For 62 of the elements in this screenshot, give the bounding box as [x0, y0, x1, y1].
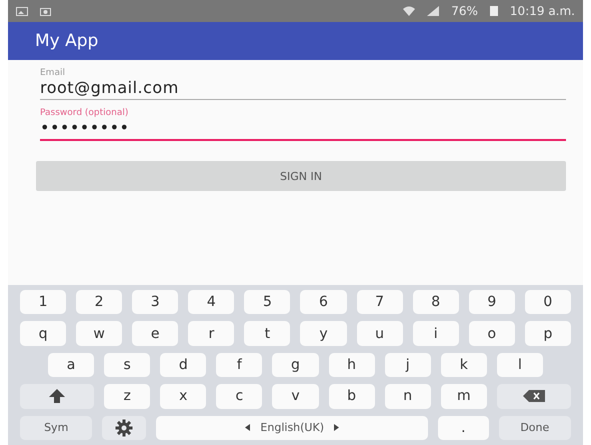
- field-value: root@gmail.com: [40, 78, 180, 97]
- signal-icon: [427, 6, 440, 16]
- backspace-icon: [522, 390, 545, 402]
- keyboard-key[interactable]: x: [160, 384, 206, 409]
- field-label: Email: [40, 68, 66, 78]
- keyboard-key[interactable]: m: [440, 384, 487, 409]
- wifi-icon: [403, 6, 416, 16]
- input-field[interactable]: Password (optional) •••••••••: [40, 108, 566, 141]
- keyboard-key[interactable]: o: [468, 321, 515, 346]
- keyboard-key[interactable]: 0: [524, 290, 571, 314]
- battery-icon: [490, 6, 498, 16]
- keyboard-key[interactable]: n: [384, 384, 431, 409]
- keyboard-key[interactable]: 1: [20, 290, 66, 314]
- app-title: My App: [35, 31, 98, 51]
- keyboard-key[interactable]: r: [188, 321, 234, 346]
- keyboard-key[interactable]: f: [216, 352, 262, 378]
- clock: 10:19 a.m.: [510, 4, 575, 18]
- keyboard-key[interactable]: 6: [300, 290, 347, 314]
- settings-key[interactable]: [102, 416, 146, 440]
- field-label: Password (optional): [40, 108, 130, 118]
- sign-in-button[interactable]: SIGN IN: [36, 161, 566, 191]
- backspace-key[interactable]: [496, 384, 571, 409]
- keyboard-key[interactable]: g: [272, 352, 319, 378]
- keyboard-key[interactable]: c: [216, 384, 262, 409]
- keyboard-key[interactable]: h: [328, 352, 375, 378]
- up-arrow-icon: [49, 389, 66, 404]
- keyboard-key[interactable]: Done: [498, 416, 571, 440]
- keyboard-key[interactable]: y: [300, 321, 347, 346]
- camera-icon: [40, 6, 51, 16]
- keyboard-key[interactable]: e: [132, 321, 178, 346]
- keyboard-key[interactable]: a: [48, 352, 94, 378]
- keyboard-key[interactable]: 4: [188, 290, 234, 314]
- keyboard-key[interactable]: d: [160, 352, 206, 378]
- keyboard-key[interactable]: t: [244, 321, 290, 346]
- battery-level: 76%: [451, 4, 478, 18]
- keyboard-key[interactable]: 5: [244, 290, 290, 314]
- keyboard-key[interactable]: k: [440, 352, 487, 378]
- keyboard-key[interactable]: Sym: [20, 416, 92, 440]
- field-value: •••••••••: [40, 118, 130, 137]
- image-icon: [16, 6, 28, 16]
- space-key[interactable]: English(UK): [156, 416, 428, 440]
- keyboard-key[interactable]: b: [328, 384, 375, 409]
- input-field[interactable]: Email root@gmail.com: [40, 68, 566, 100]
- keyboard-key[interactable]: u: [356, 321, 403, 346]
- keyboard-key[interactable]: 8: [412, 290, 459, 314]
- keyboard-key[interactable]: j: [384, 352, 431, 378]
- keyboard-key[interactable]: 2: [76, 290, 122, 314]
- keyboard-key[interactable]: 3: [132, 290, 178, 314]
- right-arrow-icon: [334, 424, 339, 432]
- keyboard-key[interactable]: l: [496, 352, 543, 378]
- left-arrow-icon: [245, 424, 250, 432]
- keyboard-key[interactable]: w: [76, 321, 122, 346]
- keyboard-key[interactable]: s: [104, 352, 150, 378]
- keyboard-key[interactable]: 9: [468, 290, 515, 314]
- keyboard-key[interactable]: .: [438, 416, 489, 440]
- shift-key[interactable]: [20, 384, 94, 409]
- keyboard-key[interactable]: q: [20, 321, 66, 346]
- keyboard-key[interactable]: 7: [356, 290, 403, 314]
- keyboard-key[interactable]: p: [524, 321, 571, 346]
- keyboard-key[interactable]: i: [412, 321, 459, 346]
- keyboard-key[interactable]: v: [272, 384, 319, 409]
- keyboard-key[interactable]: z: [104, 384, 150, 409]
